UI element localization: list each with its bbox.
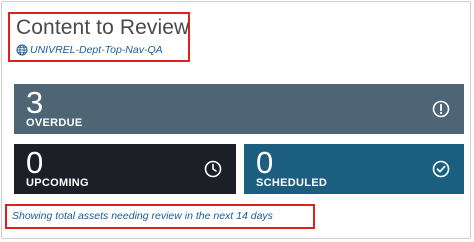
overdue-tile[interactable]: 3 OVERDUE (14, 84, 464, 134)
content-to-review-widget: Content to Review UNIVREL-Dept-Top-Nav-Q… (1, 1, 471, 239)
scheduled-tile[interactable]: 0 SCHEDULED (244, 144, 464, 194)
clock-icon (204, 160, 222, 178)
overdue-label: OVERDUE (26, 117, 83, 129)
scheduled-count: 0 (256, 145, 274, 180)
review-window-note: Showing total assets needing review in t… (12, 210, 273, 222)
site-name: UNIVREL-Dept-Top-Nav-QA (30, 44, 163, 56)
exclamation-circle-icon (432, 100, 450, 118)
scheduled-label: SCHEDULED (256, 177, 328, 189)
site-link[interactable]: UNIVREL-Dept-Top-Nav-QA (16, 43, 163, 57)
widget-title: Content to Review (16, 16, 190, 39)
upcoming-tile[interactable]: 0 UPCOMING (14, 144, 236, 194)
check-circle-icon (432, 160, 450, 178)
globe-icon (16, 44, 28, 56)
upcoming-count: 0 (26, 145, 44, 180)
upcoming-label: UPCOMING (26, 177, 89, 189)
overdue-count: 3 (26, 85, 44, 120)
